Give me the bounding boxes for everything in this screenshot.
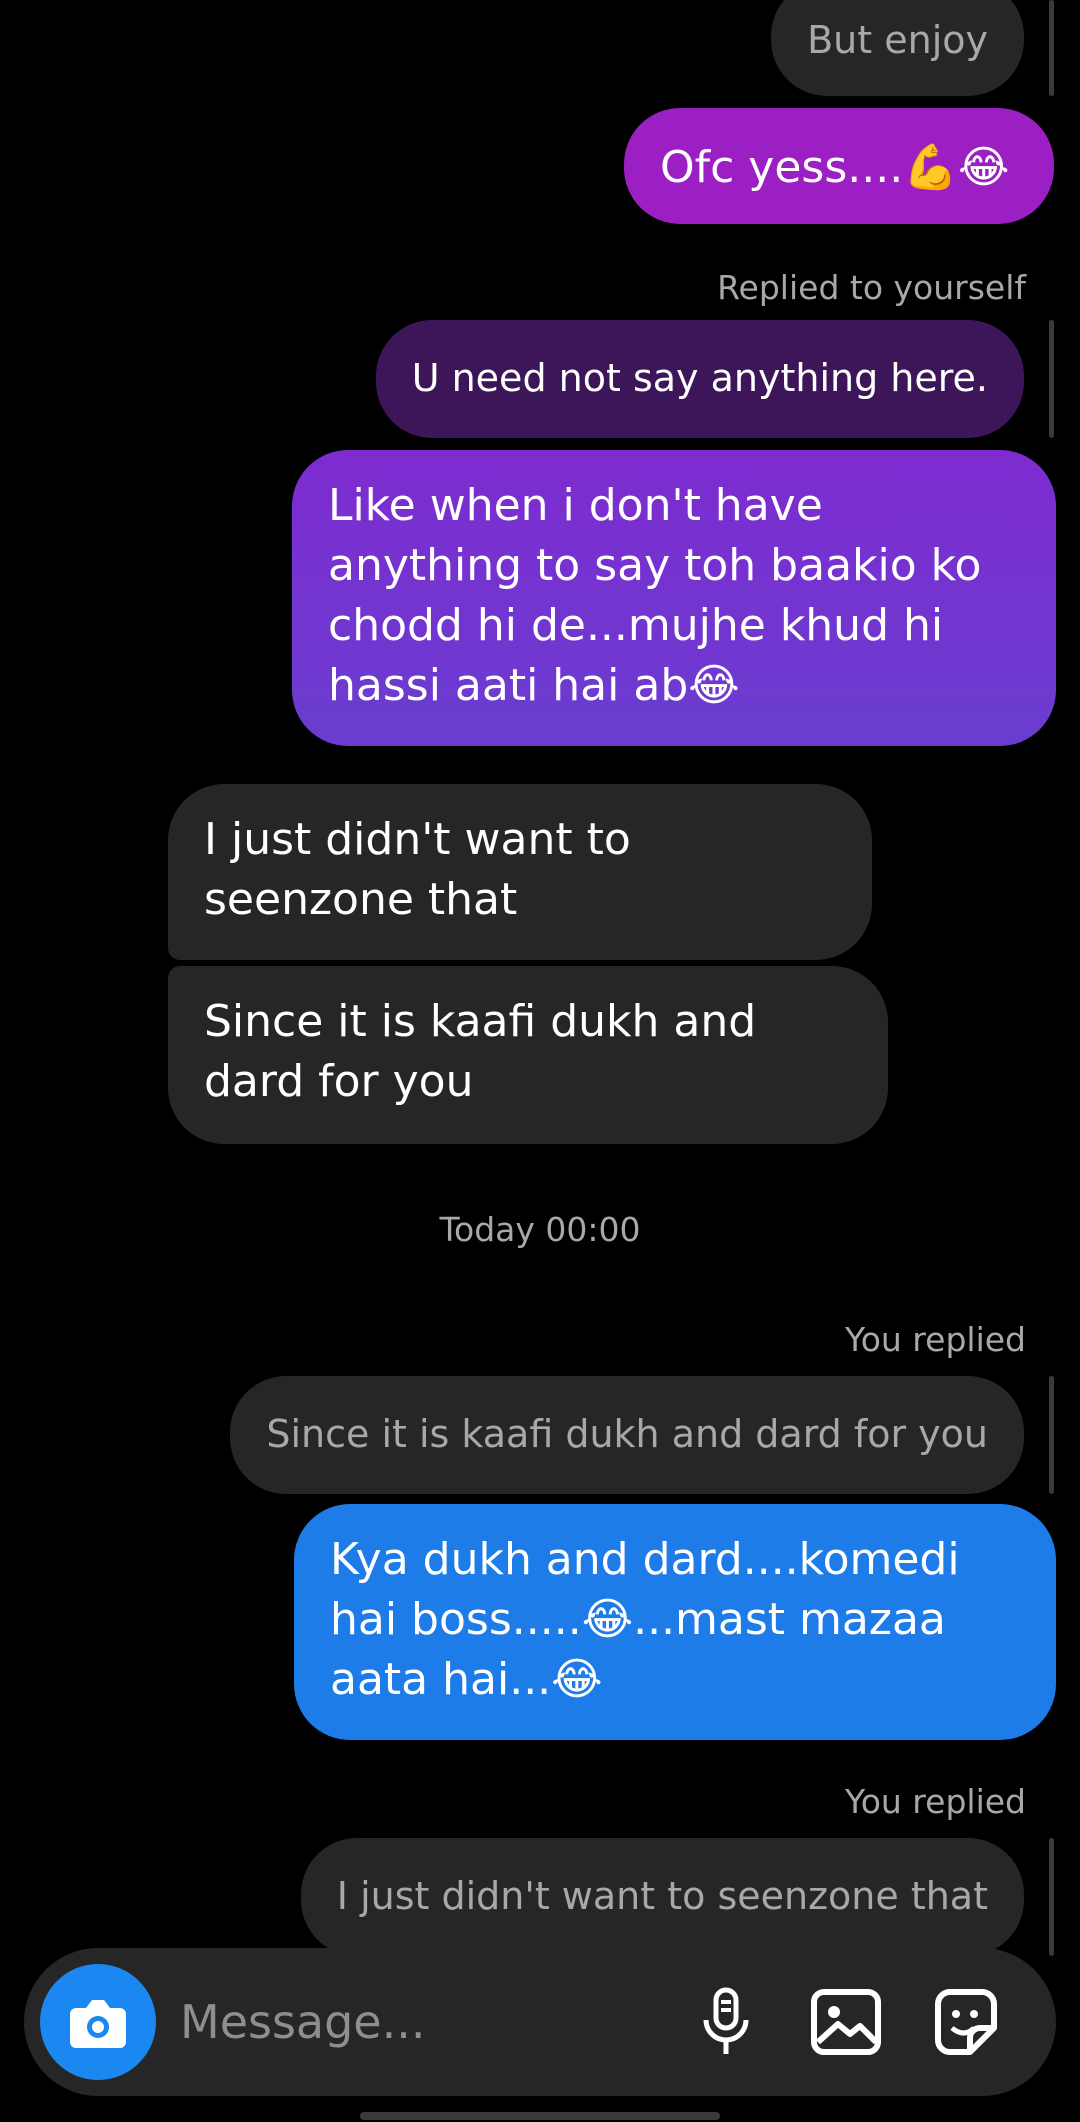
gallery-icon	[811, 1989, 881, 2055]
quote-bar	[1049, 1838, 1054, 1956]
message-text: Since it is kaafi dukh and dard for you	[204, 996, 757, 1107]
gallery-button[interactable]	[808, 1984, 884, 2060]
message-placeholder: Message...	[180, 1995, 426, 2049]
sticker-button[interactable]	[928, 1984, 1004, 2060]
reply-quote-bubble[interactable]: But enjoy	[771, 0, 1024, 96]
message-input[interactable]: Message...	[180, 1990, 425, 2054]
outgoing-message[interactable]: Kya dukh and dard....komedi hai boss....…	[294, 1504, 1056, 1740]
sticker-icon	[935, 1989, 997, 2055]
reply-label: You replied	[844, 1320, 1026, 1359]
incoming-message[interactable]: Since it is kaafi dukh and dard for you	[168, 966, 888, 1144]
quote-text: I just didn't want to seenzone that	[336, 1874, 988, 1918]
quote-bar	[1049, 320, 1054, 438]
camera-icon	[70, 2000, 126, 2048]
quote-bar	[1049, 1376, 1054, 1494]
outgoing-message[interactable]: Ofc yess....💪😂	[624, 108, 1054, 224]
microphone-icon	[703, 1987, 749, 2054]
reply-label: Replied to yourself	[717, 268, 1026, 307]
reply-quote-bubble[interactable]: I just didn't want to seenzone that	[300, 1838, 1024, 1956]
message-composer	[24, 1948, 1056, 2096]
incoming-message[interactable]: I just didn't want to seenzone that	[168, 784, 872, 960]
reply-label: You replied	[844, 1782, 1026, 1821]
outgoing-message[interactable]: Like when i don't have anything to say t…	[292, 450, 1056, 746]
microphone-button[interactable]	[688, 1984, 764, 2060]
message-text: Ofc yess....💪😂	[660, 142, 1010, 193]
message-text: Kya dukh and dard....komedi hai boss....…	[330, 1534, 960, 1705]
message-text: I just didn't want to seenzone that	[204, 814, 631, 925]
timestamp: Today 00:00	[439, 1210, 641, 1249]
quote-bar	[1049, 0, 1054, 96]
quote-text: But enjoy	[807, 18, 988, 62]
quote-text: Since it is kaafi dukh and dard for you	[266, 1412, 988, 1456]
reply-quote-bubble[interactable]: Since it is kaafi dukh and dard for you	[230, 1376, 1024, 1494]
camera-button[interactable]	[40, 1964, 156, 2080]
reply-quote-bubble[interactable]: U need not say anything here.	[375, 320, 1024, 438]
message-text: Like when i don't have anything to say t…	[328, 480, 982, 711]
quote-text: U need not say anything here.	[411, 356, 988, 400]
home-indicator	[360, 2112, 720, 2120]
